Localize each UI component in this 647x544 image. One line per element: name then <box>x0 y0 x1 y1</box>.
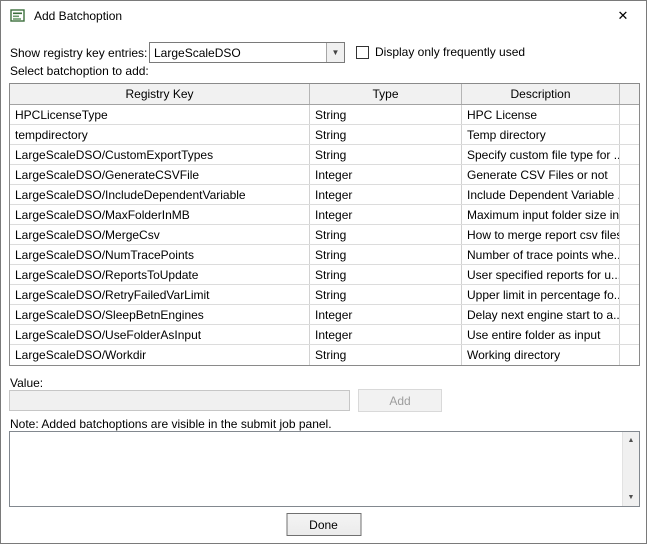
cell-description: Use entire folder as input <box>462 325 620 344</box>
cell-registry-key: LargeScaleDSO/ReportsToUpdate <box>10 265 310 284</box>
cell-type: String <box>310 125 462 144</box>
cell-spacer <box>620 265 639 284</box>
cell-spacer <box>620 325 639 344</box>
header-type[interactable]: Type <box>310 84 462 104</box>
batchoption-table: Registry Key Type Description HPCLicense… <box>9 83 640 366</box>
cell-description: Delay next engine start to a... <box>462 305 620 324</box>
cell-type: String <box>310 145 462 164</box>
note-label: Note: Added batchoptions are visible in … <box>10 417 332 431</box>
cell-description: Specify custom file type for ... <box>462 145 620 164</box>
cell-type: String <box>310 245 462 264</box>
cell-spacer <box>620 205 639 224</box>
cell-registry-key: LargeScaleDSO/IncludeDependentVariable <box>10 185 310 204</box>
window-title: Add Batchoption <box>34 9 123 23</box>
scroll-down-icon[interactable]: ▼ <box>623 489 639 506</box>
cell-registry-key: LargeScaleDSO/MergeCsv <box>10 225 310 244</box>
value-input[interactable] <box>9 390 350 411</box>
cell-type: Integer <box>310 185 462 204</box>
cell-spacer <box>620 185 639 204</box>
cell-description: Maximum input folder size in... <box>462 205 620 224</box>
cell-type: Integer <box>310 165 462 184</box>
value-label: Value: <box>10 376 44 390</box>
cell-registry-key: LargeScaleDSO/UseFolderAsInput <box>10 325 310 344</box>
header-spacer <box>620 84 639 104</box>
frequently-used-label: Display only frequently used <box>375 45 526 59</box>
cell-type: Integer <box>310 205 462 224</box>
registry-key-select[interactable]: LargeScaleDSO ▼ <box>149 42 345 63</box>
cell-type: Integer <box>310 325 462 344</box>
frequently-used-checkbox-group[interactable]: Display only frequently used <box>356 45 525 59</box>
cell-spacer <box>620 105 639 124</box>
cell-spacer <box>620 245 639 264</box>
table-row[interactable]: tempdirectory String Temp directory <box>10 125 639 145</box>
table-row[interactable]: LargeScaleDSO/CustomExportTypes String Spe… <box>10 145 639 165</box>
table-body: HPCLicenseType String HPC License tempdirec… <box>10 105 639 365</box>
cell-type: String <box>310 265 462 284</box>
select-batchoption-label: Select batchoption to add: <box>10 64 149 78</box>
app-icon <box>10 9 26 23</box>
done-button[interactable]: Done <box>286 513 361 536</box>
table-row[interactable]: LargeScaleDSO/RetryFailedVarLimit String U… <box>10 285 639 305</box>
cell-registry-key: LargeScaleDSO/Workdir <box>10 345 310 365</box>
cell-spacer <box>620 345 639 365</box>
table-row[interactable]: LargeScaleDSO/IncludeDependentVariable In… <box>10 185 639 205</box>
cell-registry-key: LargeScaleDSO/CustomExportTypes <box>10 145 310 164</box>
cell-spacer <box>620 285 639 304</box>
table-row[interactable]: HPCLicenseType String HPC License <box>10 105 639 125</box>
cell-description: Upper limit in percentage fo... <box>462 285 620 304</box>
table-header-row: Registry Key Type Description <box>10 84 639 105</box>
frequently-used-checkbox[interactable] <box>356 45 369 59</box>
vertical-scrollbar[interactable]: ▲ ▼ <box>622 432 639 506</box>
cell-spacer <box>620 145 639 164</box>
table-row[interactable]: LargeScaleDSO/GenerateCSVFile Integer Gene… <box>10 165 639 185</box>
table-row[interactable]: LargeScaleDSO/MergeCsv String How to merge… <box>10 225 639 245</box>
table-row[interactable]: LargeScaleDSO/SleepBetnEngines Integer Del… <box>10 305 639 325</box>
cell-type: String <box>310 225 462 244</box>
cell-registry-key: LargeScaleDSO/NumTracePoints <box>10 245 310 264</box>
cell-registry-key: LargeScaleDSO/MaxFolderInMB <box>10 205 310 224</box>
cell-description: How to merge report csv files <box>462 225 620 244</box>
cell-registry-key: LargeScaleDSO/RetryFailedVarLimit <box>10 285 310 304</box>
add-button[interactable]: Add <box>358 389 442 412</box>
table-row[interactable]: LargeScaleDSO/NumTracePoints String Number… <box>10 245 639 265</box>
table-row[interactable]: LargeScaleDSO/UseFolderAsInput Integer Use… <box>10 325 639 345</box>
cell-type: String <box>310 285 462 304</box>
cell-spacer <box>620 305 639 324</box>
table-row[interactable]: LargeScaleDSO/ReportsToUpdate String User … <box>10 265 639 285</box>
registry-entries-label: Show registry key entries: <box>10 46 148 60</box>
cell-type: String <box>310 345 462 365</box>
chevron-down-icon[interactable]: ▼ <box>326 43 344 62</box>
cell-spacer <box>620 125 639 144</box>
registry-key-selected-value: LargeScaleDSO <box>154 45 241 60</box>
cell-description: User specified reports for u... <box>462 265 620 284</box>
added-batchoptions-panel: ▲ ▼ <box>9 431 640 507</box>
table-row[interactable]: LargeScaleDSO/Workdir String Working direc… <box>10 345 639 365</box>
cell-description: Working directory <box>462 345 620 365</box>
cell-description: Include Dependent Variable ... <box>462 185 620 204</box>
scroll-up-icon[interactable]: ▲ <box>623 432 639 449</box>
cell-description: Generate CSV Files or not <box>462 165 620 184</box>
cell-registry-key: LargeScaleDSO/GenerateCSVFile <box>10 165 310 184</box>
cell-spacer <box>620 165 639 184</box>
cell-description: HPC License <box>462 105 620 124</box>
table-row[interactable]: LargeScaleDSO/MaxFolderInMB Integer Maximu… <box>10 205 639 225</box>
cell-description: Temp directory <box>462 125 620 144</box>
cell-type: String <box>310 105 462 124</box>
add-batchoption-dialog: Add Batchoption ✕ Show registry key entr… <box>0 0 647 544</box>
cell-registry-key: HPCLicenseType <box>10 105 310 124</box>
cell-spacer <box>620 225 639 244</box>
title-bar: Add Batchoption ✕ <box>1 1 646 31</box>
cell-registry-key: tempdirectory <box>10 125 310 144</box>
header-registry-key[interactable]: Registry Key <box>10 84 310 104</box>
header-description[interactable]: Description <box>462 84 620 104</box>
cell-type: Integer <box>310 305 462 324</box>
cell-registry-key: LargeScaleDSO/SleepBetnEngines <box>10 305 310 324</box>
cell-description: Number of trace points whe... <box>462 245 620 264</box>
close-button[interactable]: ✕ <box>600 1 646 31</box>
